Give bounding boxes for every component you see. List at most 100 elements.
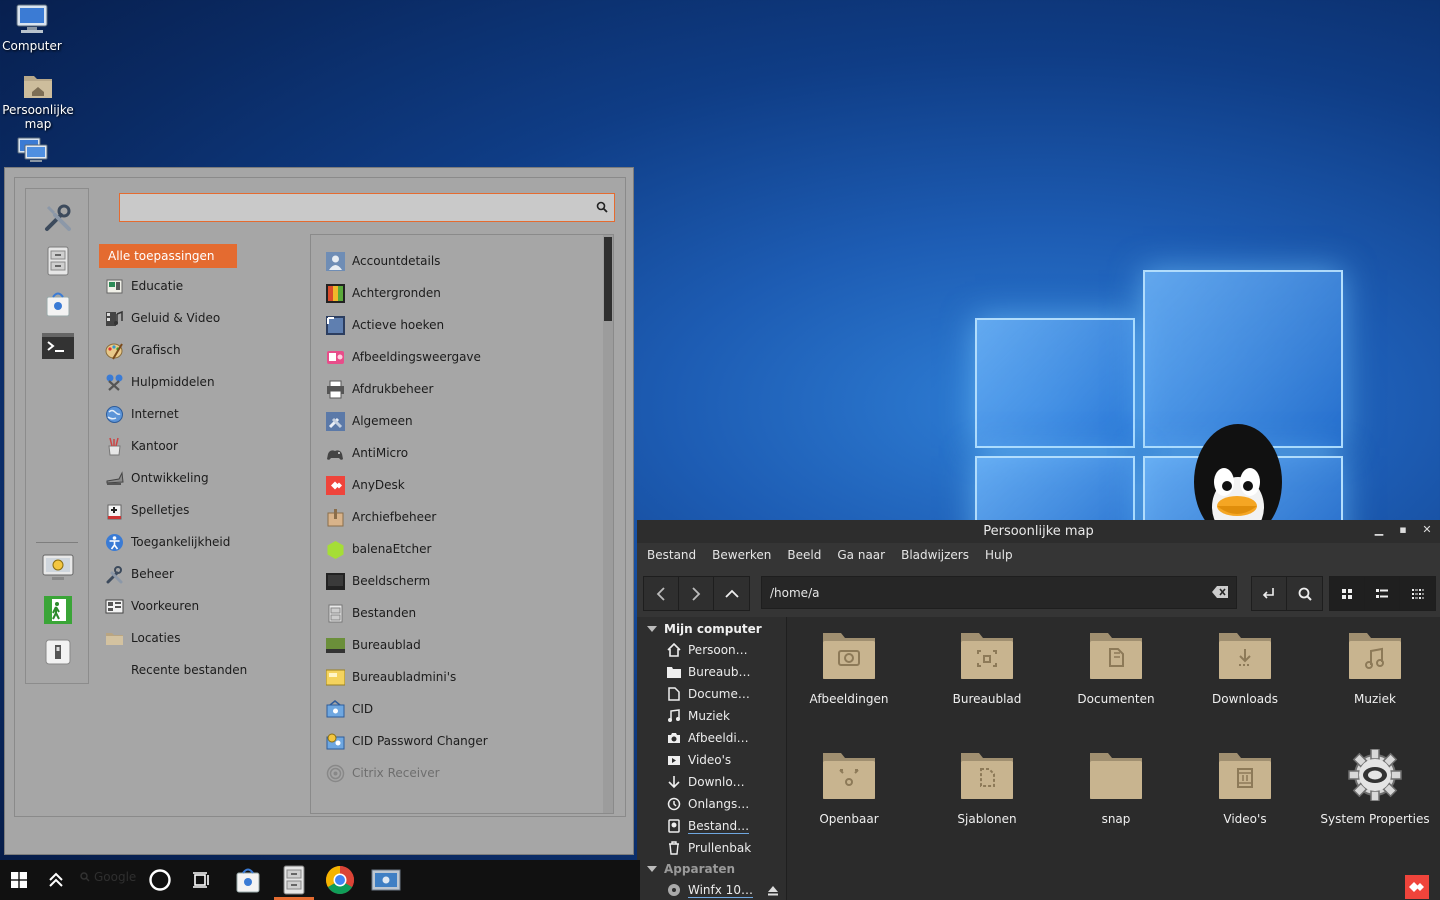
sidebar-item-desktop[interactable]: Bureaub… <box>637 661 786 683</box>
category-all-apps[interactable]: Alle toepassingen <box>99 244 237 268</box>
menu-view[interactable]: Beeld <box>787 548 821 562</box>
app-list-scrollbar[interactable] <box>603 235 613 813</box>
category-accessibility[interactable]: Toegankelijkheid <box>99 526 299 558</box>
app-item[interactable]: CID <box>325 693 373 725</box>
app-item[interactable]: Achtergronden <box>325 277 441 309</box>
back-button[interactable] <box>644 577 679 610</box>
fav-terminal-button[interactable] <box>41 329 75 363</box>
file-item[interactable]: Muziek <box>1315 629 1435 706</box>
clear-location-icon[interactable] <box>1212 586 1228 598</box>
app-item[interactable]: balenaEtcher <box>325 533 431 565</box>
sidebar-item-trash[interactable]: Prullenbak <box>637 837 786 859</box>
taskbar-search[interactable]: Google <box>80 870 136 884</box>
taskbar-software-manager[interactable] <box>230 860 266 900</box>
taskbar-screenshot[interactable] <box>366 860 406 900</box>
menu-bookmarks[interactable]: Bladwijzers <box>901 548 969 562</box>
desktop-icon-network[interactable] <box>0 136 70 167</box>
show-more-button[interactable] <box>38 860 74 900</box>
category-education[interactable]: Educatie <box>99 270 299 302</box>
sidebar-item-downloads[interactable]: Downlo… <box>637 771 786 793</box>
menu-help[interactable]: Hulp <box>985 548 1013 562</box>
sidebar-item-recent[interactable]: Onlangs… <box>637 793 786 815</box>
forward-button[interactable] <box>679 577 714 610</box>
category-sound-video[interactable]: Geluid & Video <box>99 302 299 334</box>
category-administration[interactable]: Beheer <box>99 558 299 590</box>
up-button[interactable] <box>714 577 749 610</box>
file-item[interactable]: Bureaublad <box>927 629 1047 706</box>
eject-icon[interactable] <box>767 885 779 896</box>
file-item[interactable]: Video's <box>1185 749 1305 826</box>
category-games[interactable]: Spelletjes <box>99 494 299 526</box>
category-office[interactable]: Kantoor <box>99 430 299 462</box>
app-item[interactable]: Citrix Receiver <box>325 757 440 789</box>
category-places[interactable]: Locaties <box>99 622 299 654</box>
logout-button[interactable] <box>41 593 75 627</box>
app-list-scroll-thumb[interactable] <box>604 237 612 321</box>
file-item[interactable]: Documenten <box>1056 629 1176 706</box>
category-accessories[interactable]: Hulpmiddelen <box>99 366 299 398</box>
icon-view-button[interactable] <box>1330 577 1365 610</box>
sidebar-item-device[interactable]: Winfx 10… <box>637 879 786 900</box>
app-item[interactable]: AntiMicro <box>325 437 408 469</box>
category-internet[interactable]: Internet <box>99 398 299 430</box>
category-graphics[interactable]: Grafisch <box>99 334 299 366</box>
minimize-button[interactable]: ▁ <box>1374 524 1384 536</box>
app-item[interactable]: AnyDesk <box>325 469 405 501</box>
file-item[interactable]: Afbeeldingen <box>789 629 909 706</box>
sidebar-section-computer[interactable]: Mijn computer <box>637 619 786 639</box>
window-titlebar[interactable]: Persoonlijke map ▁ ▪ ✕ <box>637 520 1440 543</box>
file-item[interactable]: Sjablonen <box>927 749 1047 826</box>
cortana-circle-icon <box>149 869 171 891</box>
lock-screen-button[interactable] <box>41 551 75 585</box>
app-item[interactable]: Bureaublad <box>325 629 421 661</box>
toggle-location-button[interactable] <box>1252 577 1287 610</box>
sidebar-section-devices[interactable]: Apparaten <box>637 859 786 879</box>
close-button[interactable]: ✕ <box>1422 524 1432 536</box>
file-item[interactable]: snap <box>1056 749 1176 826</box>
app-item[interactable]: Beeldscherm <box>325 565 430 597</box>
menu-edit[interactable]: Bewerken <box>712 548 771 562</box>
taskbar-file-manager[interactable] <box>274 860 314 900</box>
compact-view-button[interactable] <box>1400 577 1435 610</box>
sidebar-item-home[interactable]: Persoon… <box>637 639 786 661</box>
search-icon[interactable] <box>596 201 608 213</box>
menu-go[interactable]: Ga naar <box>837 548 885 562</box>
anydesk-tray-button[interactable] <box>1405 875 1429 899</box>
sidebar-item-documents[interactable]: Docume… <box>637 683 786 705</box>
search-button[interactable] <box>1287 577 1322 610</box>
desktop-icon-home[interactable]: Persoonlijke map <box>0 70 76 131</box>
fav-files-button[interactable] <box>41 244 75 278</box>
app-item[interactable]: Algemeen <box>325 405 413 437</box>
taskbar-chrome[interactable] <box>320 860 360 900</box>
desktop-icon-computer[interactable]: Computer <box>0 2 70 53</box>
menu-file[interactable]: Bestand <box>647 548 696 562</box>
sidebar-item-filesystem[interactable]: Bestand… <box>637 815 786 837</box>
app-item[interactable]: Actieve hoeken <box>325 309 444 341</box>
category-development[interactable]: Ontwikkeling <box>99 462 299 494</box>
list-view-button[interactable] <box>1365 577 1400 610</box>
app-item[interactable]: Bestanden <box>325 597 416 629</box>
fav-settings-button[interactable] <box>41 201 75 235</box>
app-item[interactable]: Accountdetails <box>325 245 440 277</box>
start-button[interactable] <box>0 860 38 900</box>
app-item[interactable]: Bureaubladmini's <box>325 661 456 693</box>
shutdown-button[interactable] <box>41 635 75 669</box>
start-search-input[interactable] <box>119 193 615 222</box>
sidebar-item-pictures[interactable]: Afbeeldi… <box>637 727 786 749</box>
app-item[interactable]: CID Password Changer <box>325 725 488 757</box>
app-item[interactable]: Archiefbeheer <box>325 501 436 533</box>
sidebar-item-videos[interactable]: Video's <box>637 749 786 771</box>
app-item[interactable]: Afdrukbeheer <box>325 373 433 405</box>
file-item[interactable]: Openbaar <box>789 749 909 826</box>
task-view-button[interactable] <box>184 860 220 900</box>
sidebar-item-music[interactable]: Muziek <box>637 705 786 727</box>
location-input[interactable]: /home/a <box>761 576 1237 609</box>
maximize-button[interactable]: ▪ <box>1398 524 1408 536</box>
app-item[interactable]: Afbeeldingsweergave <box>325 341 481 373</box>
file-item[interactable]: Downloads <box>1185 629 1305 706</box>
category-preferences[interactable]: Voorkeuren <box>99 590 299 622</box>
file-item[interactable]: System Properties <box>1315 748 1435 826</box>
category-recent-files[interactable]: Recente bestanden <box>99 654 299 686</box>
fav-software-button[interactable] <box>41 287 75 321</box>
cortana-button[interactable] <box>142 860 178 900</box>
